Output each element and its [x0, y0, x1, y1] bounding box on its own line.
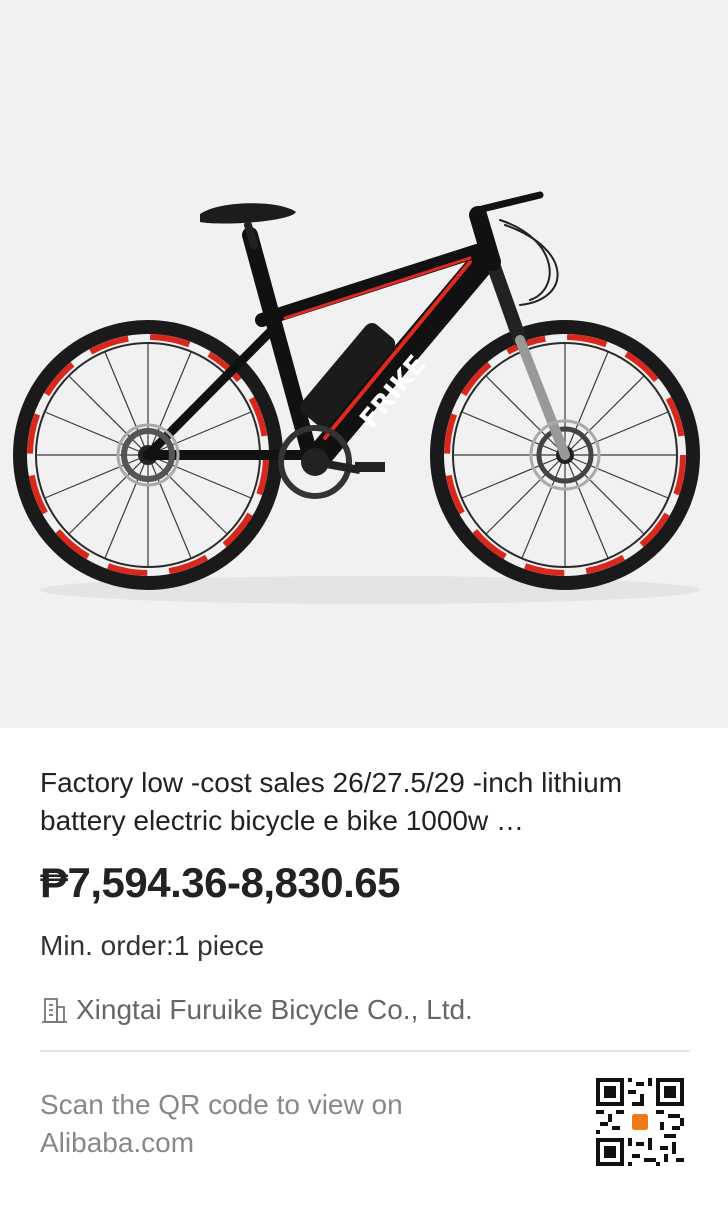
divider: [40, 1050, 690, 1052]
building-icon: [40, 995, 68, 1025]
product-image[interactable]: FRIKE: [0, 0, 728, 728]
saddle: [200, 203, 296, 224]
bicycle-illustration: FRIKE: [13, 191, 700, 604]
qr-code-icon[interactable]: [596, 1078, 684, 1166]
supplier-name: Xingtai Furuike Bicycle Co., Ltd.: [76, 994, 473, 1025]
price-range: ₱7,594.36-8,830.65: [40, 859, 400, 906]
min-order: Min. order:1 piece: [40, 930, 265, 961]
supplier-link[interactable]: Xingtai Furuike Bicycle Co., Ltd.: [40, 990, 473, 1030]
scan-qr-text: Scan the QR code to view on Alibaba.com: [40, 1089, 403, 1158]
product-title[interactable]: Factory low -cost sales 26/27.5/29 -inch…: [40, 764, 690, 840]
